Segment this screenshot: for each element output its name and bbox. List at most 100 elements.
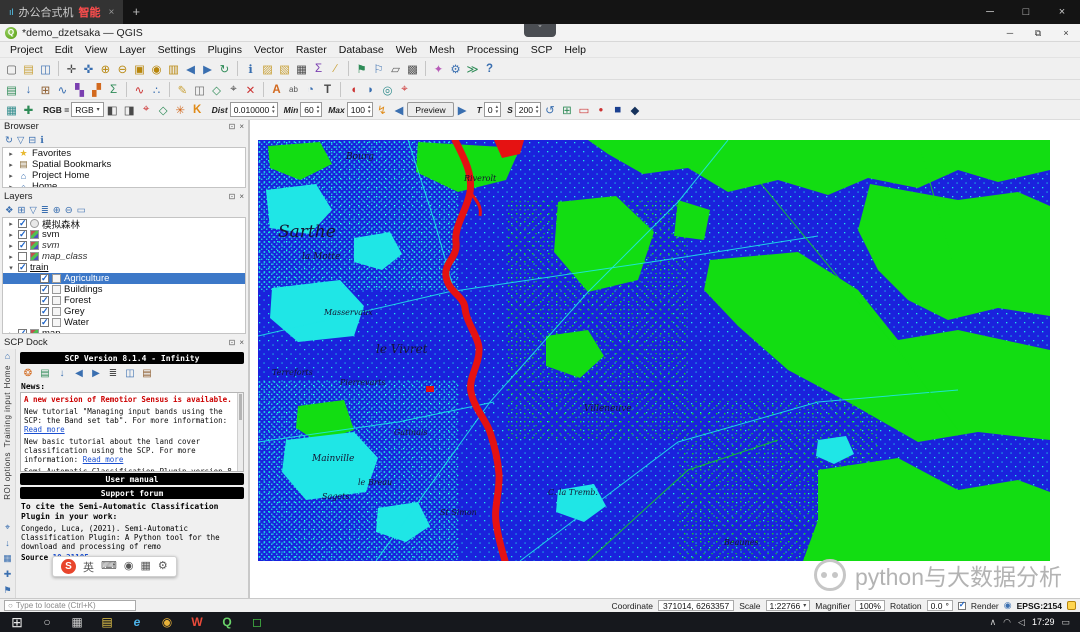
layer-checkbox[interactable] [18,252,27,261]
filter-expression-icon[interactable]: ≣ [41,205,49,216]
layer-checkbox[interactable] [18,262,27,273]
support-forum-button[interactable]: Support forum [20,487,244,499]
menu-item[interactable]: Vector [248,44,290,56]
tray-expand-icon[interactable]: ∧ [990,617,997,628]
menu-item[interactable]: Settings [152,44,202,56]
annotation-icon[interactable]: T [319,81,336,98]
close-panel-button[interactable]: × [239,338,244,347]
menu-item[interactable]: Help [558,44,592,56]
keyboard-icon[interactable]: ⌨ [101,559,117,575]
render-checkbox[interactable] [957,600,966,610]
tab-training-input[interactable]: Training input [3,392,12,447]
max-spinner[interactable]: 100 ▲ ▼ [346,102,374,117]
zoom-in-icon[interactable]: ⊕ [97,60,114,77]
read-more-link[interactable]: Read more [83,455,124,464]
activate-roi-icon[interactable]: ↯ [373,101,390,118]
volume-icon[interactable]: ◁ [1018,617,1025,628]
crs-button[interactable]: EPSG:2154 [1017,601,1062,611]
zoom-out-icon[interactable]: ⊖ [114,60,131,77]
tab-home[interactable]: Home [3,365,12,388]
browser-item[interactable]: ▸ ★ Favorites [3,148,245,159]
menu-item[interactable]: Web [390,44,423,56]
expand-arrow-icon[interactable]: ▸ [7,150,15,158]
pin-icon[interactable]: ⌖ [396,81,413,98]
lang-icon[interactable]: 英 [83,559,94,575]
scp-bandset-icon[interactable]: ▤ [3,81,20,98]
select-features-icon[interactable]: ▨ [259,60,276,77]
batch-icon[interactable]: ≣ [106,366,120,380]
task-view-button[interactable]: ▦ [62,612,92,632]
pan-map-icon[interactable]: ✛ [63,60,80,77]
bandset-icon[interactable]: ▤ [38,366,52,380]
python-console-icon[interactable]: ≫ [464,60,481,77]
tab-roi-options[interactable]: ROI options [3,452,12,500]
browser-item[interactable]: ▸ ▤ Spatial Bookmarks [3,159,245,170]
rotation-spinner[interactable]: 0.0 ° [926,600,953,611]
roi-polygon-icon[interactable]: ◇ [155,101,172,118]
layer-row[interactable]: Agriculture [3,273,245,284]
chrome-browser[interactable]: ◉ [152,612,182,632]
deselect-features-icon[interactable]: ▧ [276,60,293,77]
wechat-app[interactable]: ◻ [242,612,272,632]
k-means-icon[interactable]: K [189,101,206,118]
processing-toolbox-icon[interactable]: ⚙ [447,60,464,77]
scp-preprocessing-icon[interactable]: ∿ [54,81,71,98]
menu-item[interactable]: View [79,44,114,56]
expand-arrow-icon[interactable]: ▸ [7,172,15,180]
magnifier-spinner[interactable]: 100% [855,600,885,611]
raster-preview-icon[interactable]: ▦ [3,101,20,118]
news-scrollbar[interactable] [237,393,243,471]
close-tab-icon[interactable]: × [109,7,115,18]
local-stretch-icon[interactable]: ◨ [121,101,138,118]
menu-item[interactable]: Plugins [202,44,248,56]
filter-browser-icon[interactable]: ▽ [17,135,24,146]
coordinate-field[interactable]: 371014, 6263357 [658,600,735,611]
scp-basic-tools-icon[interactable]: ⊞ [37,81,54,98]
plus-preview-icon[interactable]: ⊞ [558,101,575,118]
expand-arrow-icon[interactable]: ▸ [7,220,15,228]
new-bookmark-icon[interactable]: ⚑ [353,60,370,77]
filter-legend-icon[interactable]: ▽ [30,205,37,216]
toolbox-icon[interactable]: ▦ [141,559,151,575]
add-group-icon[interactable]: ⊞ [18,205,26,216]
scp-settings-icon[interactable]: ◆ [626,101,643,118]
remote-tab[interactable]: ıl 办公合式机 智能 × [0,0,124,24]
add-preview-icon[interactable]: ✚ [20,101,37,118]
map-canvas[interactable]: Bourg Riverolt Sarthe la Motte Masservaux le … [250,120,1080,598]
back-icon[interactable]: ◀ [72,366,86,380]
close-window-button[interactable]: × [1044,0,1080,24]
close-panel-button[interactable]: × [239,122,244,131]
save-project-icon[interactable]: ◫ [37,60,54,77]
expand-arrow-icon[interactable]: ▾ [7,264,15,272]
roi-tab-icon[interactable]: ⌖ [5,522,10,533]
collapse-all-layers-icon[interactable]: ⊖ [65,205,73,216]
preview-right-icon[interactable]: ▶ [454,101,471,118]
layer-checkbox[interactable] [40,295,49,306]
messages-icon[interactable] [1067,601,1076,610]
layer-row[interactable]: ▸ 模拟森林 [3,218,245,231]
log-icon[interactable]: ▤ [140,366,154,380]
new-tab-button[interactable]: + [123,0,149,24]
collapse-all-icon[interactable]: ⊟ [28,135,36,146]
roi-auto-icon[interactable]: ✳ [172,101,189,118]
overlap-icon[interactable]: ◎ [379,81,396,98]
zoom-next-icon[interactable]: ▶ [199,60,216,77]
float-panel-button[interactable]: ⊡ [229,192,236,201]
s-spinner[interactable]: 200 ▲ ▼ [514,102,542,117]
layer-row[interactable]: ▸ svm [3,229,245,241]
scp-plugin-icon[interactable]: ❂ [21,366,35,380]
style-manager-icon[interactable]: ✦ [430,60,447,77]
qgis-restore-button[interactable]: ⧉ [1024,24,1052,42]
expand-arrow-icon[interactable]: ▸ [7,161,15,169]
preview-left-icon[interactable]: ◀ [390,101,407,118]
layer-row[interactable]: Grey [3,306,245,317]
maximize-window-button[interactable]: □ [1008,0,1044,24]
locate-input[interactable]: ○ Type to locate (Ctrl+K) [4,600,136,611]
layer-checkbox[interactable] [18,240,27,251]
browser-item[interactable]: ▸ ⌂ Project Home [3,170,245,181]
menu-item[interactable]: SCP [525,44,559,56]
dist-spinner[interactable]: 0.010000 ▲ ▼ [229,102,278,117]
menu-item[interactable]: Raster [290,44,333,56]
layer-row[interactable]: ▸ svm [3,240,245,252]
roi-pointer-icon[interactable]: ⌖ [138,101,155,118]
